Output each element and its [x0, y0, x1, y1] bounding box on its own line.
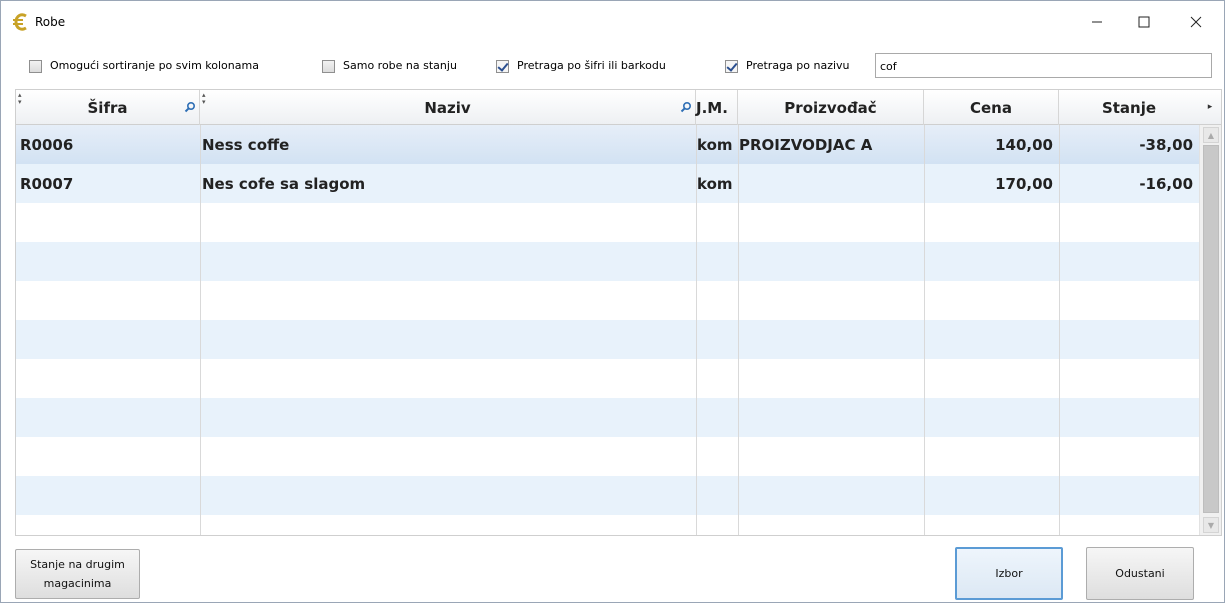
column-divider [1059, 125, 1060, 535]
window-title: Robe [35, 15, 66, 29]
cell-cena: 140,00 [995, 135, 1053, 154]
chevron-right-icon: ▸ [1207, 102, 1213, 112]
column-header-stanje[interactable]: Stanje [1059, 90, 1199, 125]
empty-row [16, 398, 1199, 437]
column-header-sifra[interactable]: ▴ ▾ Šifra [16, 90, 200, 125]
cell-cena: 170,00 [995, 174, 1053, 193]
column-divider [924, 125, 925, 535]
maximize-button[interactable] [1121, 7, 1167, 37]
minimize-icon [1092, 21, 1102, 23]
robe-table: ▴ ▾ Šifra ▴ ▾ Naziv J.M. Proizvođač Cena S… [15, 89, 1222, 536]
empty-row [16, 203, 1199, 242]
column-header-label: Stanje [1101, 98, 1157, 117]
choose-button[interactable]: Izbor [955, 547, 1063, 600]
search-icon[interactable] [680, 101, 692, 113]
robe-window: Robe Omogući sortiranje po svim kolonama… [0, 0, 1225, 603]
search-by-code-checkbox[interactable] [496, 60, 509, 73]
search-icon[interactable] [184, 101, 196, 113]
search-by-code-label: Pretraga po šifri ili barkodu [517, 59, 666, 72]
column-divider [200, 125, 201, 535]
stock-other-warehouses-label: Stanje na drugim magacinima [30, 555, 125, 593]
scroll-up-icon[interactable]: ▲ [1203, 127, 1219, 143]
column-divider [738, 125, 739, 535]
table-row[interactable]: R0006 Ness coffe kom PROIZVODJAC A 140,0… [16, 125, 1199, 164]
scroll-down-icon[interactable]: ▼ [1203, 517, 1219, 533]
minimize-button[interactable] [1074, 7, 1120, 37]
column-header-jm[interactable]: J.M. [696, 90, 738, 125]
only-in-stock-checkbox[interactable] [322, 60, 335, 73]
table-body: R0006 Ness coffe kom PROIZVODJAC A 140,0… [16, 125, 1199, 535]
only-in-stock-label: Samo robe na stanju [343, 59, 457, 72]
column-header-label: Proizvođač [784, 98, 877, 117]
scrollbar-thumb[interactable] [1203, 145, 1219, 513]
column-header-proizvodjac[interactable]: Proizvođač [738, 90, 924, 125]
euro-app-icon [13, 13, 27, 31]
column-header-label: Šifra [87, 98, 128, 117]
close-button[interactable] [1173, 7, 1219, 37]
search-input[interactable]: cof [875, 53, 1212, 78]
sort-indicator-icon: ▴ ▾ [202, 91, 206, 106]
sort-all-columns-label: Omogući sortiranje po svim kolonama [50, 59, 259, 72]
empty-row [16, 320, 1199, 359]
cell-jm: kom [697, 174, 733, 193]
column-header-cena[interactable]: Cena [924, 90, 1059, 125]
cell-stanje: -38,00 [1139, 135, 1193, 154]
cell-proizvodjac [739, 164, 923, 203]
cell-sifra: R0007 [20, 174, 74, 193]
empty-row [16, 242, 1199, 281]
sort-indicator-icon: ▴ ▾ [18, 91, 22, 106]
column-header-naziv[interactable]: ▴ ▾ Naziv [200, 90, 696, 125]
cancel-button[interactable]: Odustani [1086, 547, 1194, 600]
column-header-label: J.M. [696, 98, 728, 117]
button-label-line2: magacinima [43, 577, 112, 590]
column-header-label: Naziv [424, 98, 471, 117]
cell-naziv: Ness coffe [202, 135, 290, 154]
column-header-label: Cena [970, 98, 1012, 117]
vertical-scrollbar[interactable]: ▲ ▼ [1199, 125, 1221, 535]
empty-row [16, 476, 1199, 515]
column-chooser-button[interactable]: ▸ [1199, 90, 1221, 125]
table-header: ▴ ▾ Šifra ▴ ▾ Naziv J.M. Proizvođač Cena S… [16, 90, 1199, 125]
table-row[interactable]: R0007 Nes cofe sa slagom kom 170,00 -16,… [16, 164, 1199, 203]
cell-jm: kom [697, 135, 733, 154]
cell-proizvodjac: PROIZVODJAC A [739, 135, 873, 154]
empty-row [16, 515, 1199, 535]
empty-row [16, 359, 1199, 398]
empty-row [16, 281, 1199, 320]
button-label-line1: Stanje na drugim [30, 558, 125, 571]
column-divider [696, 125, 697, 535]
title-bar: Robe [1, 1, 1224, 43]
empty-row [16, 437, 1199, 476]
maximize-icon [1138, 16, 1150, 28]
stock-other-warehouses-button[interactable]: Stanje na drugim magacinima [15, 549, 140, 599]
sort-all-columns-checkbox[interactable] [29, 60, 42, 73]
search-by-name-label: Pretraga po nazivu [746, 59, 850, 72]
cell-stanje: -16,00 [1139, 174, 1193, 193]
search-by-name-checkbox[interactable] [725, 60, 738, 73]
cell-naziv: Nes cofe sa slagom [202, 174, 366, 193]
close-icon [1190, 16, 1202, 28]
cell-sifra: R0006 [20, 135, 74, 154]
